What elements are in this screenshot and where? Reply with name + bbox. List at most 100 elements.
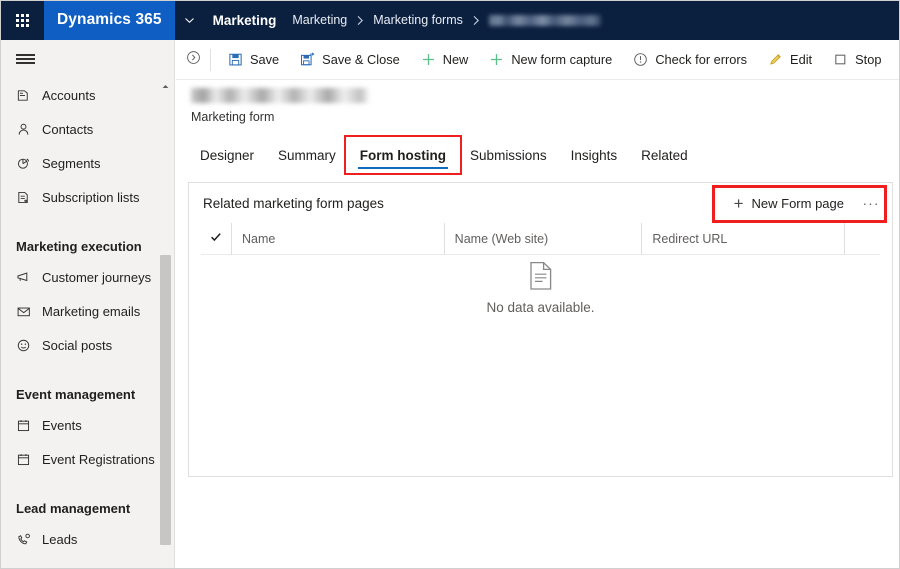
check-for-errors-button[interactable]: Check for errors xyxy=(622,40,757,79)
sidebar-label-social-posts: Social posts xyxy=(42,337,113,353)
check-for-errors-label: Check for errors xyxy=(655,52,748,67)
sidebar-scrollbar-thumb[interactable] xyxy=(160,255,171,545)
plus-icon-3: + xyxy=(733,193,744,213)
column-header-redirect-url[interactable]: Redirect URL xyxy=(641,222,844,255)
column-header-name-website-label: Name (Web site) xyxy=(454,231,549,246)
sidebar-item-contacts[interactable]: Contacts xyxy=(0,112,174,146)
pencil-edit-icon xyxy=(767,52,784,67)
sidebar-item-accounts[interactable]: Accounts xyxy=(0,78,174,112)
record-type-subtitle: Marketing form xyxy=(191,110,275,124)
document-page-icon xyxy=(528,261,554,291)
app-switcher-button[interactable] xyxy=(175,0,205,40)
breadcrumb-item-record-redacted[interactable] xyxy=(488,14,601,26)
sidebar-group-marketing-execution: Marketing execution xyxy=(16,239,142,254)
tab-submissions[interactable]: Submissions xyxy=(458,139,559,171)
sidebar-group-event-management: Event management xyxy=(16,387,136,402)
current-app-name[interactable]: Marketing xyxy=(205,13,291,28)
column-header-name[interactable]: Name xyxy=(231,222,444,255)
edit-label: Edit xyxy=(790,52,813,67)
navigation-scroll-region: Accounts Contacts Segments Subscription … xyxy=(0,78,174,569)
column-header-redirect-url-label: Redirect URL xyxy=(652,231,728,246)
sidebar-item-customer-journeys[interactable]: Customer journeys xyxy=(0,260,174,294)
sidebar-item-social-posts[interactable]: Social posts xyxy=(0,328,174,362)
edit-button[interactable]: Edit xyxy=(757,40,822,79)
save-and-close-button[interactable]: Save & Close xyxy=(289,40,410,79)
calendar-icon xyxy=(16,418,42,433)
caret-up-icon[interactable] xyxy=(160,80,171,92)
save-floppy-icon xyxy=(227,52,244,67)
chevron-right-icon xyxy=(349,15,371,26)
sidebar-item-marketing-emails[interactable]: Marketing emails xyxy=(0,294,174,328)
breadcrumb-item-marketing[interactable]: Marketing xyxy=(290,13,349,27)
panel-overflow-button[interactable]: ··· xyxy=(856,188,886,218)
subscription-list-icon xyxy=(16,190,42,205)
current-app-label: Marketing xyxy=(212,12,277,28)
exclamation-circle-icon xyxy=(632,52,649,67)
sidebar-item-event-registrations[interactable]: Event Registrations xyxy=(0,442,174,476)
save-label: Save xyxy=(250,52,280,67)
pie-chart-segments-icon xyxy=(16,156,42,171)
panel-action-group: + New Form page ··· xyxy=(722,188,886,218)
select-all-checkbox[interactable] xyxy=(201,230,231,248)
sidebar-label-contacts: Contacts xyxy=(42,121,94,137)
sidebar-label-event-registrations: Event Registrations xyxy=(42,451,155,467)
panel-title: Related marketing form pages xyxy=(203,195,384,211)
refresh-button[interactable]: Refresh xyxy=(891,40,900,79)
command-bar-collapse-button[interactable] xyxy=(176,40,210,79)
sidebar-scrollbar[interactable] xyxy=(160,80,171,569)
stop-label: Stop xyxy=(855,52,882,67)
contact-person-icon xyxy=(16,122,42,137)
column-header-name-website[interactable]: Name (Web site) xyxy=(443,222,642,255)
new-button[interactable]: New xyxy=(410,40,479,79)
command-bar-divider xyxy=(210,48,211,71)
circle-chevron-right-icon xyxy=(186,50,201,70)
scoring-model-icon xyxy=(16,566,42,569)
dynamics365-app-window: Dynamics 365 Marketing Marketing Marketi… xyxy=(0,0,900,569)
sidebar-label-marketing-emails: Marketing emails xyxy=(42,303,141,319)
new-label: New xyxy=(442,52,469,67)
hamburger-menu-icon xyxy=(16,51,35,66)
sitemap-toggle-button[interactable] xyxy=(0,40,174,78)
checkmark-icon xyxy=(210,230,222,248)
dynamics365-brand-button[interactable]: Dynamics 365 xyxy=(44,0,175,40)
envelope-icon xyxy=(16,304,42,319)
panel-header: Related marketing form pages + New Form … xyxy=(189,183,892,223)
sidebar-group-lead-management: Lead management xyxy=(16,501,131,516)
tab-designer[interactable]: Designer xyxy=(188,139,266,171)
chevron-down-icon xyxy=(184,15,195,26)
new-form-page-button[interactable]: + New Form page xyxy=(722,188,856,218)
record-content-area: Marketing form Designer Summary Form hos… xyxy=(176,81,900,569)
tab-insights-label: Insights xyxy=(570,147,618,163)
save-button[interactable]: Save xyxy=(217,40,289,79)
sidebar-item-leads[interactable]: Leads xyxy=(0,522,174,556)
sidebar-item-scoring-models[interactable]: Scoring models xyxy=(0,556,174,569)
new-form-capture-label: New form capture xyxy=(511,52,613,67)
tab-form-hosting[interactable]: Form hosting xyxy=(343,135,463,175)
calendar-icon-2 xyxy=(16,452,42,467)
stop-button[interactable]: Stop xyxy=(822,40,891,79)
accounts-icon xyxy=(16,88,42,103)
plus-icon xyxy=(420,52,437,67)
sidebar-item-segments[interactable]: Segments xyxy=(0,146,174,180)
megaphone-icon xyxy=(16,270,42,285)
sidebar-label-subscription-lists: Subscription lists xyxy=(42,189,140,205)
tab-insights[interactable]: Insights xyxy=(559,139,630,171)
breadcrumb-item-marketing-forms[interactable]: Marketing forms xyxy=(371,13,465,27)
tab-form-hosting-label: Form hosting xyxy=(359,147,447,163)
page-title xyxy=(191,88,369,103)
app-launcher-waffle-button[interactable] xyxy=(0,0,44,40)
sidebar-item-events[interactable]: Events xyxy=(0,408,174,442)
tab-related[interactable]: Related xyxy=(629,139,700,171)
tab-summary-label: Summary xyxy=(278,147,336,163)
tab-active-underline xyxy=(357,166,449,169)
column-header-trailing[interactable] xyxy=(844,222,880,255)
tab-summary[interactable]: Summary xyxy=(266,139,348,171)
sidebar-item-subscription-lists[interactable]: Subscription lists xyxy=(0,180,174,214)
grid-empty-message: No data available. xyxy=(486,300,595,315)
sidebar-label-segments: Segments xyxy=(42,155,101,171)
sidebar-label-customer-journeys: Customer journeys xyxy=(42,269,152,285)
left-navigation-sidebar: Accounts Contacts Segments Subscription … xyxy=(0,40,175,569)
plus-icon-2 xyxy=(488,52,505,67)
grid-empty-state: No data available. xyxy=(189,261,892,315)
new-form-capture-button[interactable]: New form capture xyxy=(478,40,622,79)
